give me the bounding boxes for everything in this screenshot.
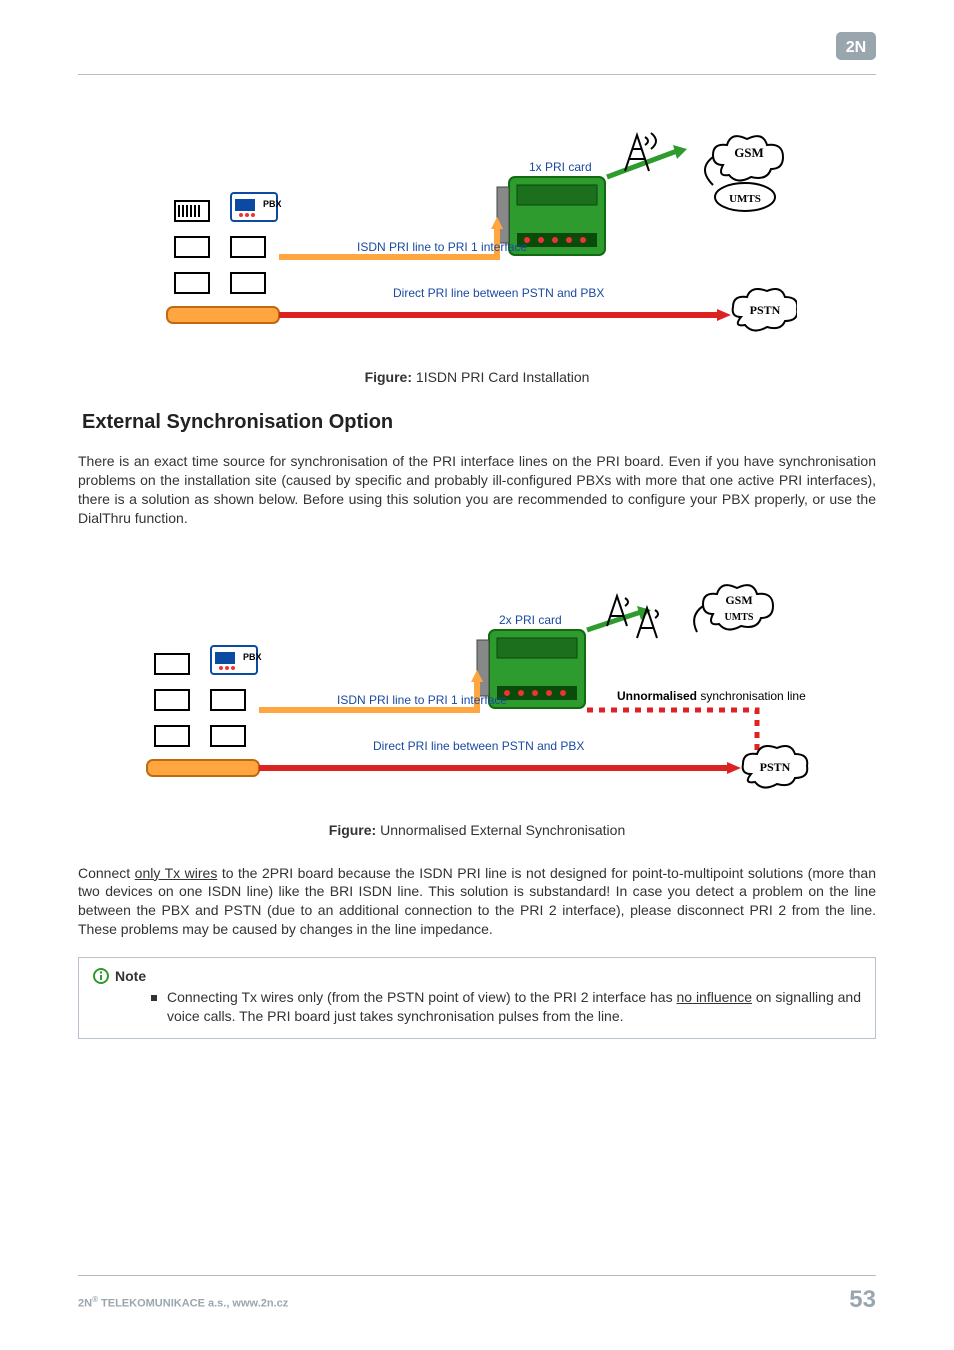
figure-2: PBX 2x PRI card ISDN PRI line to PRI 1 i…: [78, 582, 876, 838]
figure-text: Unnormalised External Synchronisation: [376, 822, 625, 838]
note-item: Connecting Tx wires only (from the PSTN …: [151, 988, 861, 1026]
svg-text:PBX: PBX: [243, 652, 262, 662]
figure-1-caption: Figure: 1ISDN PRI Card Installation: [78, 369, 876, 385]
svg-text:PSTN: PSTN: [750, 303, 781, 317]
svg-text:ISDN PRI line to PRI 1 interfa: ISDN PRI line to PRI 1 interface: [357, 240, 527, 254]
info-icon: [93, 968, 109, 984]
header-divider: [78, 74, 876, 75]
svg-text:UMTS: UMTS: [729, 193, 761, 205]
figure-2-caption: Figure: Unnormalised External Synchronis…: [78, 822, 876, 838]
svg-text:ISDN PRI line to PRI 1 interfa: ISDN PRI line to PRI 1 interface: [337, 693, 507, 707]
svg-text:UMTS: UMTS: [725, 612, 754, 623]
page-footer: 2N® TELEKOMUNIKACE a.s., www.2n.cz 53: [78, 1275, 876, 1314]
note-title: Note: [115, 968, 146, 984]
svg-text:GSM: GSM: [725, 593, 752, 607]
para2-underline: only Tx wires: [135, 865, 218, 881]
figure-label: Figure:: [329, 822, 376, 838]
svg-text:Direct PRI line between PSTN a: Direct PRI line between PSTN and PBX: [373, 739, 584, 753]
svg-text:PBX: PBX: [263, 199, 282, 209]
svg-text:PSTN: PSTN: [760, 760, 791, 774]
para2-pre: Connect: [78, 865, 135, 881]
brand-text: 2N: [846, 39, 866, 56]
page-number: 53: [849, 1286, 876, 1314]
section-heading-external-sync: External Synchronisation Option: [82, 411, 876, 434]
paragraph-tx-wires: Connect only Tx wires to the 2PRI board …: [78, 864, 876, 940]
note-underline: no influence: [676, 989, 752, 1005]
svg-text:GSM: GSM: [734, 145, 764, 160]
svg-text:2x PRI card: 2x PRI card: [499, 613, 562, 627]
figure-text: 1ISDN PRI Card Installation: [412, 369, 589, 385]
figure-1: PBX 1x PRI card ISDN PRI line to PRI 1 i…: [78, 129, 876, 385]
svg-text:Unnormalised synchronisation l: Unnormalised synchronisation line: [617, 689, 806, 703]
figure-label: Figure:: [365, 369, 412, 385]
note-pre: Connecting Tx wires only (from the PSTN …: [167, 989, 676, 1005]
footer-divider: [78, 1275, 876, 1276]
note-callout: Note Connecting Tx wires only (from the …: [78, 957, 876, 1039]
paragraph-sync-intro: There is an exact time source for synchr…: [78, 452, 876, 528]
brand-logo: 2N: [836, 32, 876, 65]
svg-text:Direct PRI line between PSTN a: Direct PRI line between PSTN and PBX: [393, 286, 604, 300]
svg-text:1x PRI card: 1x PRI card: [529, 160, 592, 174]
footer-company: 2N® TELEKOMUNIKACE a.s., www.2n.cz: [78, 1295, 288, 1310]
